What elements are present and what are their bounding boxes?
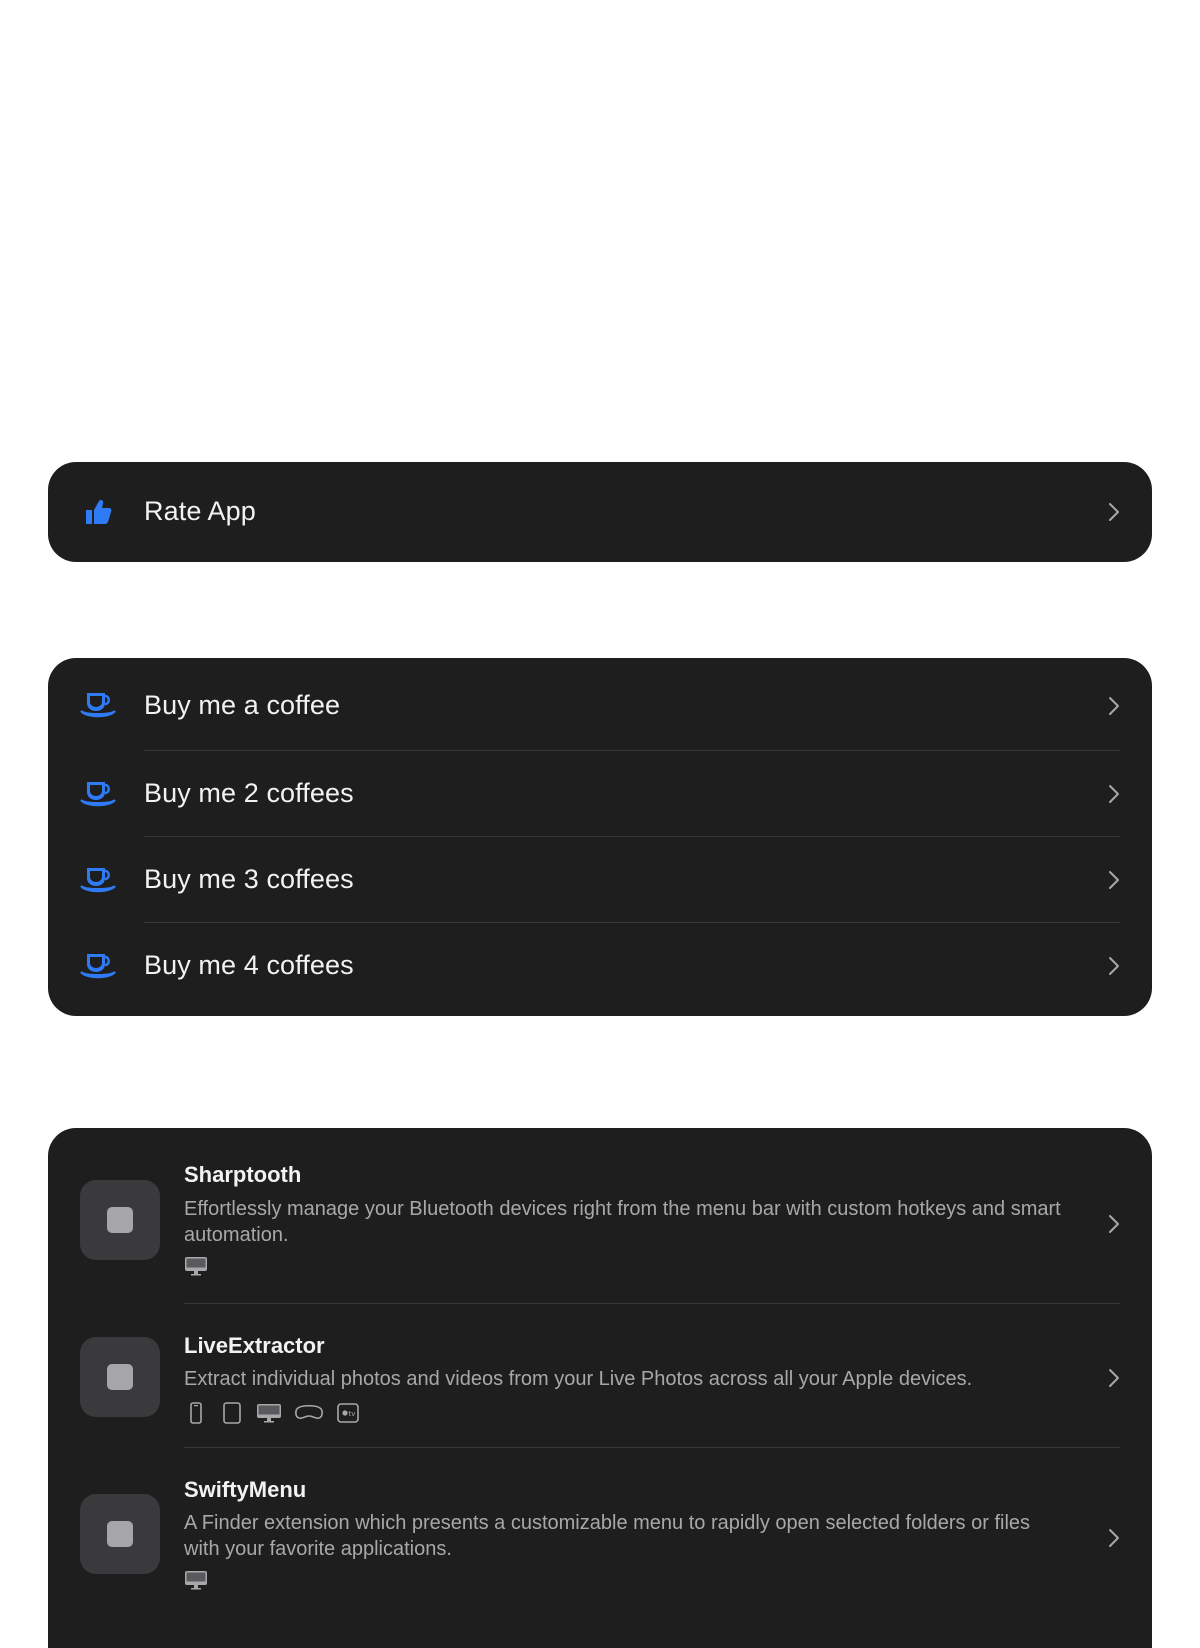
app-description: Effortlessly manage your Bluetooth devic…: [184, 1198, 1061, 1246]
chevron-right-icon: [1106, 868, 1122, 892]
platform-icons: [184, 1570, 208, 1590]
chevron-right-icon: [1106, 1366, 1122, 1390]
tip-label: Buy me 3 coffees: [144, 864, 354, 894]
coffee-cup-icon: [80, 947, 116, 983]
app-row-liveextractor[interactable]: LiveExtractor Extract individual photos …: [48, 1304, 1152, 1448]
platform-icons: [184, 1256, 208, 1276]
mac-icon: [184, 1570, 208, 1590]
coffee-cup-icon: [80, 861, 116, 897]
ipad-icon: [220, 1402, 244, 1424]
coffee-cup-icon: [80, 775, 116, 811]
svg-text:tv: tv: [349, 1410, 356, 1418]
mac-icon: [256, 1402, 282, 1424]
app-name: SwiftyMenu: [184, 1477, 307, 1502]
app-icon: [80, 1494, 160, 1574]
apps-card: Sharptooth Effortlessly manage your Blue…: [48, 1128, 1152, 1648]
app-icon: [80, 1180, 160, 1260]
vision-pro-icon: [294, 1402, 324, 1424]
tips-card: Buy me a coffee Buy me 2 coffees Buy me …: [48, 658, 1152, 1016]
app-name: Sharptooth: [184, 1162, 302, 1187]
rate-app-label: Rate App: [144, 496, 256, 526]
tip-row[interactable]: Buy me 3 coffees: [48, 837, 1152, 923]
chevron-right-icon: [1106, 1526, 1122, 1550]
app-row-swiftymenu[interactable]: SwiftyMenu A Finder extension which pres…: [48, 1448, 1152, 1648]
tip-row[interactable]: Buy me a coffee: [48, 658, 1152, 751]
chevron-right-icon: [1106, 782, 1122, 806]
thumbs-up-icon: [80, 494, 116, 530]
iphone-icon: [184, 1402, 208, 1424]
app-description: Extract individual photos and videos fro…: [184, 1368, 973, 1390]
app-icon: [80, 1337, 160, 1417]
chevron-right-icon: [1106, 1212, 1122, 1236]
coffee-cup-icon: [80, 686, 116, 722]
chevron-right-icon: [1106, 694, 1122, 718]
tip-label: Buy me 4 coffees: [144, 950, 354, 980]
platform-icons: tv: [184, 1402, 360, 1424]
tip-row[interactable]: Buy me 2 coffees: [48, 751, 1152, 837]
apple-tv-icon: tv: [336, 1402, 360, 1424]
tip-label: Buy me a coffee: [144, 690, 341, 720]
rate-card: Rate App: [48, 462, 1152, 562]
chevron-right-icon: [1106, 500, 1122, 524]
mac-icon: [184, 1256, 208, 1276]
app-name: LiveExtractor: [184, 1333, 325, 1358]
tip-label: Buy me 2 coffees: [144, 778, 354, 808]
tip-row[interactable]: Buy me 4 coffees: [48, 923, 1152, 1016]
chevron-right-icon: [1106, 954, 1122, 978]
app-row-sharptooth[interactable]: Sharptooth Effortlessly manage your Blue…: [48, 1128, 1152, 1304]
app-description: A Finder extension which presents a cust…: [184, 1512, 1031, 1560]
rate-app-row[interactable]: Rate App: [48, 462, 1152, 562]
